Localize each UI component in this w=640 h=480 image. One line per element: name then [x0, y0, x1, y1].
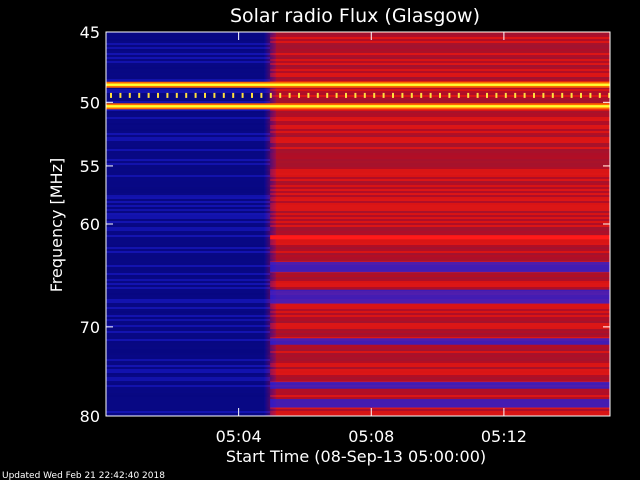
plot-area: [105, 31, 611, 417]
y-tick-label-1: 50: [80, 93, 100, 112]
x-tick-label-2: 05:12: [481, 427, 527, 446]
x-tick-label-0: 05:04: [216, 427, 262, 446]
quiet-band-3: [270, 381, 610, 389]
updated-timestamp: Updated Wed Feb 21 22:42:40 2018: [2, 471, 165, 480]
quiet-band-0: [270, 261, 610, 273]
y-tick-label-3: 60: [80, 215, 100, 234]
chart-title: Solar radio Flux (Glasgow): [230, 5, 480, 27]
y-tick-label-0: 45: [80, 23, 100, 42]
spectrogram-chart: Solar radio Flux (Glasgow) 455055607080 …: [2, 5, 611, 480]
y-axis-label: Frequency [MHz]: [47, 158, 66, 292]
y-tick-label-4: 70: [80, 318, 100, 337]
emission-band-61: [270, 235, 610, 240]
quiet-band-2: [270, 338, 610, 345]
quiet-band-1: [270, 289, 610, 304]
y-tick-label-5: 80: [80, 407, 100, 426]
bright-band-core-0: [106, 83, 610, 86]
y-tick-label-2: 55: [80, 157, 100, 176]
x-axis-label: Start Time (08-Sep-13 05:00:00): [226, 447, 486, 466]
bright-band-core-1: [106, 105, 610, 108]
quiet-band-4: [270, 399, 610, 408]
x-tick-label-1: 05:08: [348, 427, 394, 446]
